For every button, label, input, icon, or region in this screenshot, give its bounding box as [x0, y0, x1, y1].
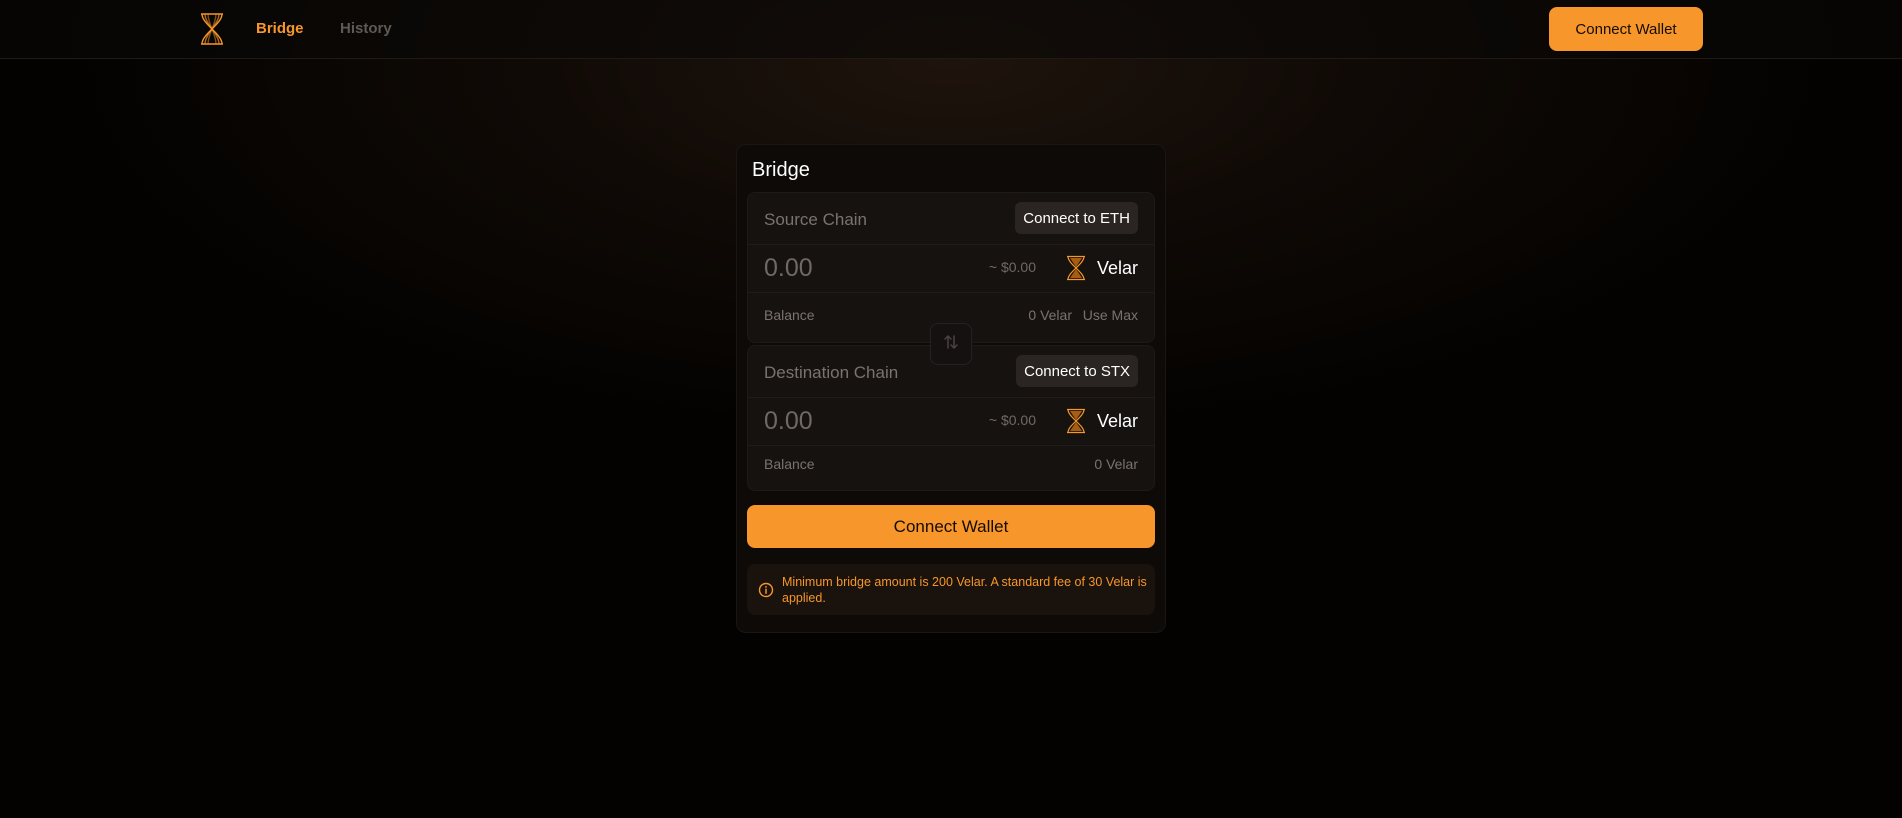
- bridge-card: Bridge Source Chain Connect to ETH ~ $0.…: [736, 144, 1166, 633]
- divider: [748, 445, 1154, 446]
- source-token-selector[interactable]: Velar: [1065, 253, 1138, 283]
- swap-arrows-icon: [943, 334, 959, 355]
- divider: [748, 397, 1154, 398]
- source-chain-panel: Source Chain Connect to ETH ~ $0.00 Vela…: [747, 192, 1155, 343]
- velar-logo-icon[interactable]: [198, 12, 226, 46]
- destination-chain-label: Destination Chain: [764, 363, 899, 382]
- swap-chains-button[interactable]: [930, 323, 972, 365]
- divider: [748, 292, 1154, 293]
- top-navbar: Bridge History Connect Wallet: [0, 0, 1902, 59]
- destination-token-selector[interactable]: Velar: [1065, 406, 1138, 436]
- source-amount-input[interactable]: [764, 254, 964, 283]
- use-max-button[interactable]: Use Max: [1083, 307, 1138, 323]
- connect-eth-button[interactable]: Connect to ETH: [1015, 202, 1138, 234]
- nav-bridge[interactable]: Bridge: [256, 20, 304, 37]
- source-usd-value: ~ $0.00: [988, 259, 1036, 275]
- connect-stx-button[interactable]: Connect to STX: [1016, 355, 1138, 387]
- bridge-notice: Minimum bridge amount is 200 Velar. A st…: [747, 564, 1155, 615]
- bridge-title: Bridge: [752, 159, 810, 181]
- source-balance-label: Balance: [764, 307, 815, 323]
- source-token-name: Velar: [1096, 257, 1138, 278]
- destination-token-name: Velar: [1096, 410, 1138, 431]
- destination-amount-input[interactable]: [764, 407, 964, 436]
- nav-history[interactable]: History: [340, 20, 392, 37]
- destination-usd-value: ~ $0.00: [988, 412, 1036, 428]
- header-connect-wallet-button[interactable]: Connect Wallet: [1549, 7, 1703, 51]
- divider: [748, 244, 1154, 245]
- connect-wallet-button[interactable]: Connect Wallet: [747, 505, 1155, 548]
- destination-chain-panel: Destination Chain Connect to STX ~ $0.00…: [747, 345, 1155, 491]
- velar-hourglass-icon: [1065, 408, 1087, 434]
- destination-balance-label: Balance: [764, 456, 815, 472]
- info-icon: [758, 582, 774, 598]
- destination-balance-value: 0 Velar: [1094, 456, 1138, 472]
- source-balance-value: 0 Velar: [1028, 307, 1072, 323]
- velar-hourglass-icon: [1065, 255, 1087, 281]
- source-chain-label: Source Chain: [764, 210, 868, 229]
- notice-text: Minimum bridge amount is 200 Velar. A st…: [782, 575, 1147, 605]
